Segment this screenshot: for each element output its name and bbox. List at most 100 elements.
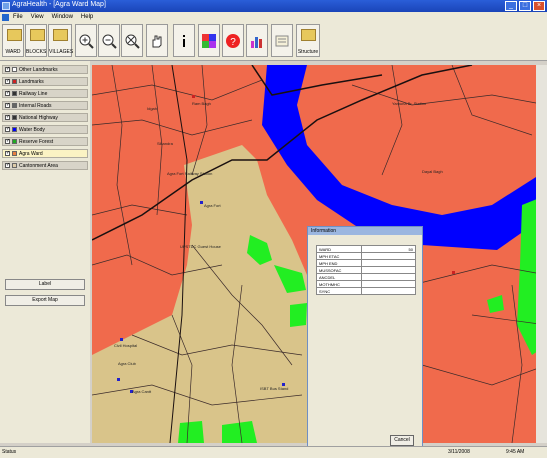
report-button[interactable] xyxy=(271,24,293,57)
report-icon xyxy=(275,35,289,46)
layer-label: Reserve Forest xyxy=(19,138,54,145)
status-time: 9:45 AM xyxy=(506,449,525,455)
layer-item[interactable]: ✓ National Highway xyxy=(2,113,88,122)
bar-chart-button[interactable] xyxy=(246,24,268,57)
menu-view[interactable]: View xyxy=(27,14,48,20)
menu-help[interactable]: Help xyxy=(77,14,97,20)
villages-button-label: VILLAGES xyxy=(49,49,74,55)
ward-button-label: WARD xyxy=(5,49,21,55)
map-label: Sikandra xyxy=(157,141,174,146)
info-icon xyxy=(183,34,185,47)
info-value xyxy=(361,252,416,260)
villages-button[interactable]: VILLAGES xyxy=(48,24,74,57)
dialog-title: Information xyxy=(308,227,422,235)
layer-checkbox[interactable]: ✓ xyxy=(5,139,10,144)
map-scrollbar[interactable] xyxy=(536,65,547,443)
layer-checkbox[interactable]: ✓ xyxy=(5,127,10,132)
status-bar: Status 3/11/2008 9:45 AM xyxy=(0,446,547,458)
info-key: SYNC xyxy=(316,287,362,295)
folder-icon xyxy=(7,29,22,41)
map-label: Agra Fort xyxy=(204,203,222,208)
structure-button[interactable]: Structure xyxy=(296,24,320,57)
zoom-out-icon xyxy=(102,34,117,49)
layer-swatch-icon xyxy=(12,79,17,84)
map-label: UPSTDC Guest House xyxy=(180,244,222,249)
status-date: 3/11/2008 xyxy=(448,449,470,455)
map-label: Idgah xyxy=(147,106,157,111)
blocks-button-label: BLOCKS xyxy=(26,49,47,55)
layer-item[interactable]: ✓ Railway Line xyxy=(2,89,88,98)
info-row: SYNC xyxy=(316,287,416,295)
zoom-out-button[interactable] xyxy=(98,24,120,57)
reserve-forest[interactable] xyxy=(178,421,204,443)
layer-swatch-icon xyxy=(12,91,17,96)
map-label: Dayal Bagh xyxy=(422,169,443,174)
title-bar: AgraHealth - [Agra Ward Map] _ □ × xyxy=(0,0,547,12)
info-row: MPH END xyxy=(316,259,416,267)
layer-checkbox[interactable]: ✓ xyxy=(5,79,10,84)
pan-button[interactable] xyxy=(146,24,168,57)
structure-icon xyxy=(301,29,316,41)
layer-panel: ✓ Other Landmarks ✓ Landmarks ✓ Railway Line ✓… xyxy=(0,61,90,443)
full-extent-button[interactable] xyxy=(121,24,143,57)
menu-bar: File View Window Help xyxy=(0,12,547,22)
layer-swatch-icon xyxy=(12,115,17,120)
zoom-in-button[interactable] xyxy=(75,24,97,57)
menu-window[interactable]: Window xyxy=(48,14,77,20)
full-extent-icon xyxy=(125,34,140,49)
info-value xyxy=(361,280,416,288)
svg-text:?: ? xyxy=(230,37,236,48)
map-label: Agra Fort Railway Station xyxy=(167,171,212,176)
layer-item[interactable]: ✓ Water Body xyxy=(2,125,88,134)
menu-file[interactable]: File xyxy=(9,14,27,20)
folder-icon xyxy=(53,29,68,41)
map-label: Yamuna Br. Station xyxy=(392,101,426,106)
layer-swatch-icon xyxy=(12,139,17,144)
layer-item[interactable]: ✓ Agra Ward xyxy=(2,149,88,158)
layer-swatch-icon xyxy=(12,163,17,168)
bar-chart-icon xyxy=(251,36,262,48)
help-icon: ? xyxy=(226,33,240,48)
layer-checkbox[interactable]: ✓ xyxy=(5,151,10,156)
info-value xyxy=(361,266,416,274)
document-icon[interactable] xyxy=(2,13,9,21)
info-key: MOTHMHC xyxy=(316,280,362,288)
color-legend-icon xyxy=(202,33,216,48)
info-row: MOTHMHC xyxy=(316,280,416,288)
info-value xyxy=(361,273,416,281)
info-button[interactable] xyxy=(173,24,195,57)
map-label: Ram Bagh xyxy=(192,101,211,106)
close-button[interactable]: × xyxy=(533,1,545,11)
layer-item[interactable]: ✓ Internal Roads xyxy=(2,101,88,110)
layer-item[interactable]: ✓ Cantonment Area xyxy=(2,161,88,170)
layer-checkbox[interactable]: ✓ xyxy=(5,115,10,120)
color-legend-button[interactable] xyxy=(198,24,220,57)
layer-item[interactable]: ✓ Landmarks xyxy=(2,77,88,86)
maximize-button[interactable]: □ xyxy=(519,1,531,11)
label-button[interactable]: Label xyxy=(5,279,85,290)
information-table: WARD 50 MPH ETAC MPH END MUSSOFAC ANCDEL MOTHM… xyxy=(316,245,416,295)
cancel-button[interactable]: Cancel xyxy=(390,435,414,446)
export-map-button[interactable]: Export Map xyxy=(5,295,85,306)
layer-label: Other Landmarks xyxy=(19,66,58,73)
layer-swatch-icon xyxy=(12,127,17,132)
minimize-button[interactable]: _ xyxy=(505,1,517,11)
layer-checkbox[interactable]: ✓ xyxy=(5,91,10,96)
layer-item[interactable]: ✓ Reserve Forest xyxy=(2,137,88,146)
reserve-forest[interactable] xyxy=(290,303,307,327)
help-button[interactable]: ? xyxy=(222,24,244,57)
layer-item[interactable]: ✓ Other Landmarks xyxy=(2,65,88,74)
layer-checkbox[interactable]: ✓ xyxy=(5,67,10,72)
pan-hand-icon xyxy=(152,35,162,47)
layer-checkbox[interactable]: ✓ xyxy=(5,103,10,108)
blocks-button[interactable]: BLOCKS xyxy=(25,24,47,57)
ward-button[interactable]: WARD xyxy=(2,24,24,57)
layer-swatch-icon xyxy=(12,103,17,108)
map-label: Agra Club xyxy=(118,361,137,366)
info-key: MPH END xyxy=(316,259,362,267)
layer-label: National Highway xyxy=(19,114,58,121)
info-row: ANCDEL xyxy=(316,273,416,281)
info-key: MPH ETAC xyxy=(316,252,362,260)
layer-label: Cantonment Area xyxy=(19,162,58,169)
layer-checkbox[interactable]: ✓ xyxy=(5,163,10,168)
